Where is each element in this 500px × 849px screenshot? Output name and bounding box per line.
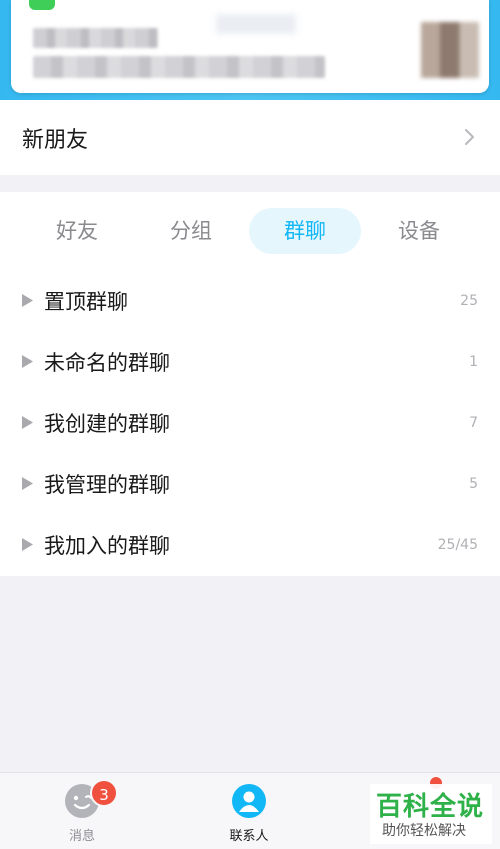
nav-contacts-label: 联系人 xyxy=(229,829,269,844)
blurred-title xyxy=(33,28,158,48)
nav-messages[interactable]: 消息 xyxy=(22,773,142,849)
expand-arrow-icon xyxy=(22,538,33,551)
group-row-managed[interactable]: 我管理的群聊 5 xyxy=(0,453,500,514)
new-friends-label: 新朋友 xyxy=(22,127,89,153)
blurred-message xyxy=(33,56,325,78)
group-count: 5 xyxy=(469,475,478,492)
nav-messages-label: 消息 xyxy=(68,829,95,844)
group-count: 7 xyxy=(469,414,478,431)
watermark-title: 百科全说 xyxy=(376,792,485,822)
group-name: 我管理的群聊 xyxy=(44,472,170,497)
group-count: 1 xyxy=(469,353,478,370)
contacts-person-icon xyxy=(232,784,266,818)
group-name: 未命名的群聊 xyxy=(44,350,170,375)
tab-groups[interactable]: 分组 xyxy=(136,208,246,254)
nav-contacts[interactable]: 联系人 xyxy=(189,773,309,849)
group-count: 25/45 xyxy=(437,536,478,553)
contacts-panel: 好友 分组 群聊 设备 置顶群聊 25 未命名的群聊 1 我创建的群聊 7 我管… xyxy=(0,192,500,576)
group-count: 25 xyxy=(460,292,478,309)
group-name: 我创建的群聊 xyxy=(44,411,170,436)
expand-arrow-icon xyxy=(22,355,33,368)
expand-arrow-icon xyxy=(22,416,33,429)
group-name: 置顶群聊 xyxy=(44,289,128,314)
expand-arrow-icon xyxy=(22,294,33,307)
group-name: 我加入的群聊 xyxy=(44,533,170,558)
group-row-joined[interactable]: 我加入的群聊 25/45 xyxy=(0,514,500,575)
blurred-thumbnail xyxy=(421,22,479,78)
tab-friends[interactable]: 好友 xyxy=(22,208,132,254)
tab-group-chats[interactable]: 群聊 xyxy=(249,208,361,254)
group-row-created[interactable]: 我创建的群聊 7 xyxy=(0,392,500,453)
expand-arrow-icon xyxy=(22,477,33,490)
contact-tabs: 好友 分组 群聊 设备 xyxy=(0,208,500,254)
chevron-right-icon xyxy=(465,129,474,145)
unread-badge: 3 xyxy=(90,779,118,807)
blurred-text xyxy=(216,14,296,34)
new-friends-row[interactable]: 新朋友 xyxy=(0,100,500,175)
watermark: 百科全说 助你轻松解决 xyxy=(370,784,492,844)
watermark-subtitle: 助你轻松解决 xyxy=(382,823,466,839)
notification-card[interactable] xyxy=(11,0,489,93)
app-icon xyxy=(29,0,55,10)
tab-devices[interactable]: 设备 xyxy=(364,208,474,254)
group-row-unnamed[interactable]: 未命名的群聊 1 xyxy=(0,331,500,392)
group-row-pinned[interactable]: 置顶群聊 25 xyxy=(0,270,500,331)
